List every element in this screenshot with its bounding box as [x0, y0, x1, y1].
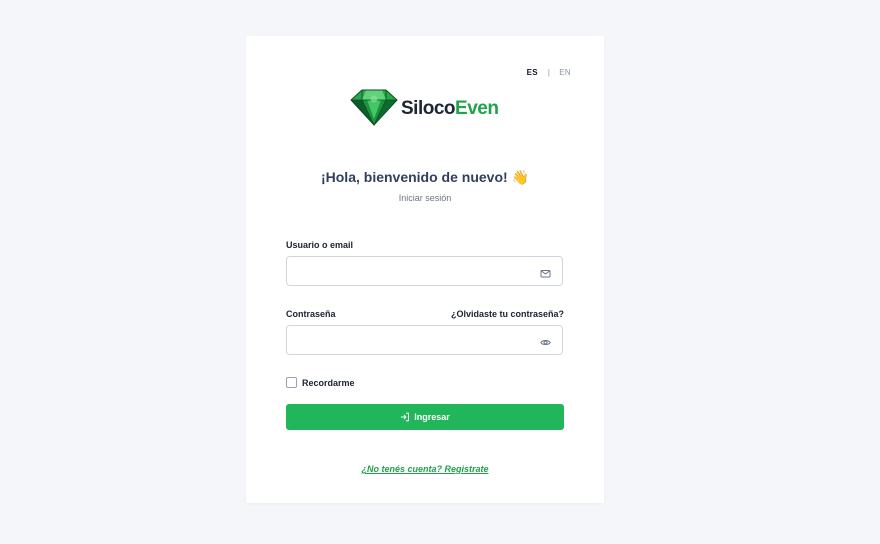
username-label: Usuario o email: [286, 240, 354, 250]
remember-me-label: Recordarme: [302, 377, 355, 388]
brand-name: SilocoEven: [401, 97, 499, 119]
envelope-icon: [540, 266, 551, 278]
language-es-option[interactable]: ES: [527, 68, 538, 77]
remember-me-checkbox[interactable]: [286, 377, 297, 388]
password-input[interactable]: [287, 326, 547, 354]
username-field-wrapper: [286, 256, 563, 286]
forgot-password-link[interactable]: ¿Olvidaste tu contraseña?: [451, 309, 564, 319]
language-en-option[interactable]: EN: [559, 68, 571, 77]
login-arrow-icon: [400, 412, 414, 422]
login-button[interactable]: Ingresar: [286, 404, 564, 430]
brand-name-part2: Even: [455, 97, 499, 119]
welcome-title: ¡Hola, bienvenido de nuevo! 👋: [320, 169, 529, 185]
username-input[interactable]: [287, 257, 547, 285]
language-switcher: ES | EN: [527, 68, 571, 77]
remember-me-row: Recordarme: [286, 377, 355, 388]
eye-icon[interactable]: [540, 335, 551, 346]
brand-logo: SilocoEven: [350, 88, 499, 126]
emerald-diamond-icon: [350, 88, 398, 126]
register-link[interactable]: ¿No tenés cuenta? Registrate: [246, 464, 604, 474]
login-subtitle: Iniciar sesión: [398, 193, 452, 203]
password-field-wrapper: [286, 325, 563, 355]
login-button-label: Ingresar: [414, 412, 450, 422]
language-separator: |: [547, 68, 551, 77]
login-card: ES | EN SilocoEven ¡Hola, bienvenido de: [246, 36, 604, 503]
password-label: Contraseña: [286, 309, 336, 319]
brand-name-part1: Siloco: [401, 97, 456, 119]
